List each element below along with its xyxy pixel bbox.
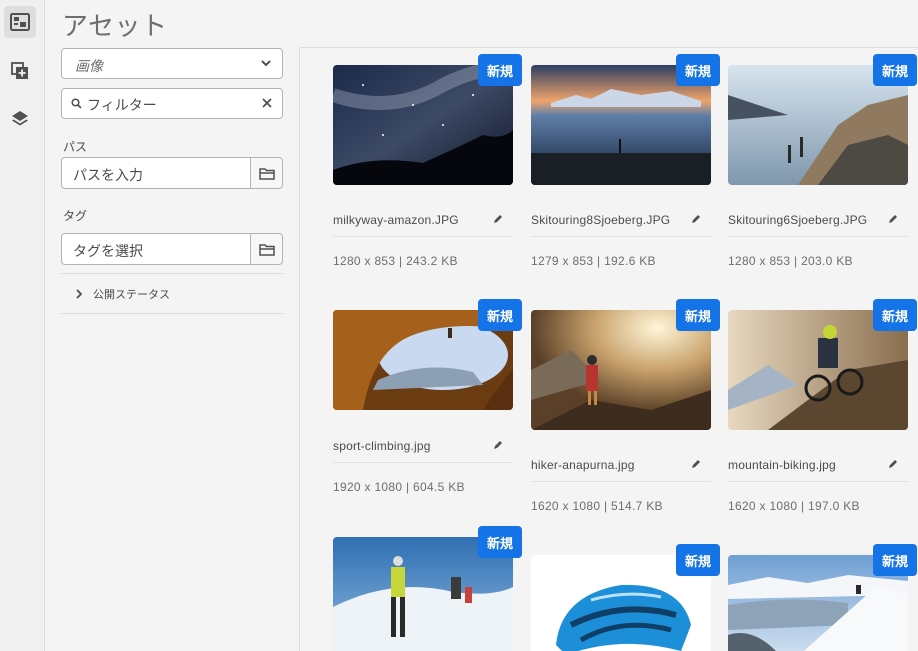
folder-icon xyxy=(258,243,275,256)
new-badge: 新規 xyxy=(478,54,522,86)
search-input[interactable]: フィルター xyxy=(61,88,283,119)
new-badge: 新規 xyxy=(676,54,720,86)
panel-divider xyxy=(299,48,300,651)
card-divider xyxy=(333,236,513,237)
search-icon xyxy=(71,98,82,109)
close-icon[interactable] xyxy=(261,97,273,109)
path-field[interactable]: パスを入力 xyxy=(61,157,251,189)
card-divider xyxy=(728,236,908,237)
edit-icon[interactable] xyxy=(691,459,701,469)
asset-filename: sport-climbing.jpg xyxy=(333,439,431,453)
asset-size: 197.0 KB xyxy=(808,499,860,513)
tag-browse-button[interactable] xyxy=(250,233,283,265)
asset-dimensions: 1620 x 1080 xyxy=(531,499,601,513)
chevron-down-icon xyxy=(261,60,271,67)
publish-status-label: 公開ステータス xyxy=(93,289,170,301)
card-divider xyxy=(333,462,513,463)
asset-dimensions: 1920 x 1080 xyxy=(333,480,403,494)
asset-filename: Skitouring6Sjoeberg.JPG xyxy=(728,213,868,227)
edit-icon[interactable] xyxy=(493,214,503,224)
publish-status-accordion[interactable]: 公開ステータス xyxy=(75,286,170,302)
filter-divider xyxy=(61,313,283,314)
asset-dimensions: 1279 x 853 xyxy=(531,254,594,268)
filter-divider xyxy=(61,273,283,274)
asset-filename: hiker-anapurna.jpg xyxy=(531,458,635,472)
asset-size: 514.7 KB xyxy=(611,499,663,513)
asset-meta: 1280 x 853 | 203.0 KB xyxy=(728,254,853,268)
edit-icon[interactable] xyxy=(493,440,503,450)
asset-size: 192.6 KB xyxy=(604,254,656,268)
new-badge: 新規 xyxy=(873,299,917,331)
asset-meta: 1279 x 853 | 192.6 KB xyxy=(531,254,656,268)
path-label: パス xyxy=(63,140,88,154)
asset-type-value: 画像 xyxy=(75,58,103,74)
chevron-right-icon xyxy=(76,289,83,299)
asset-meta: 1620 x 1080 | 514.7 KB xyxy=(531,499,663,513)
asset-size: 203.0 KB xyxy=(801,254,853,268)
new-badge: 新規 xyxy=(873,544,917,576)
edit-icon[interactable] xyxy=(888,214,898,224)
new-badge: 新規 xyxy=(676,544,720,576)
asset-dimensions: 1280 x 853 xyxy=(728,254,791,268)
new-badge: 新規 xyxy=(478,299,522,331)
new-badge: 新規 xyxy=(873,54,917,86)
card-divider xyxy=(728,481,908,482)
asset-filename: Skitouring8Sjoeberg.JPG xyxy=(531,213,671,227)
header-divider xyxy=(300,47,918,48)
add-component-icon[interactable] xyxy=(4,55,36,87)
tag-placeholder: タグを選択 xyxy=(73,243,143,259)
search-placeholder: フィルター xyxy=(87,97,157,113)
tag-field[interactable]: タグを選択 xyxy=(61,233,251,265)
path-placeholder: パスを入力 xyxy=(73,167,143,183)
asset-size: 243.2 KB xyxy=(406,254,458,268)
path-browse-button[interactable] xyxy=(250,157,283,189)
card-divider xyxy=(531,481,711,482)
card-divider xyxy=(531,236,711,237)
assets-icon[interactable] xyxy=(4,6,36,38)
asset-meta: 1920 x 1080 | 604.5 KB xyxy=(333,480,465,494)
asset-dimensions: 1280 x 853 xyxy=(333,254,396,268)
asset-meta: 1620 x 1080 | 197.0 KB xyxy=(728,499,860,513)
asset-filename: milkyway-amazon.JPG xyxy=(333,213,459,227)
new-badge: 新規 xyxy=(478,526,522,558)
asset-meta: 1280 x 853 | 243.2 KB xyxy=(333,254,458,268)
tag-label: タグ xyxy=(63,209,88,223)
asset-type-select[interactable]: 画像 xyxy=(61,48,283,79)
new-badge: 新規 xyxy=(676,299,720,331)
side-rail xyxy=(0,0,45,651)
edit-icon[interactable] xyxy=(691,214,701,224)
asset-size: 604.5 KB xyxy=(413,480,465,494)
layers-icon[interactable] xyxy=(4,103,36,135)
asset-filename: mountain-biking.jpg xyxy=(728,458,836,472)
asset-dimensions: 1620 x 1080 xyxy=(728,499,798,513)
page-title: アセット xyxy=(62,11,168,41)
edit-icon[interactable] xyxy=(888,459,898,469)
folder-icon xyxy=(258,167,275,180)
